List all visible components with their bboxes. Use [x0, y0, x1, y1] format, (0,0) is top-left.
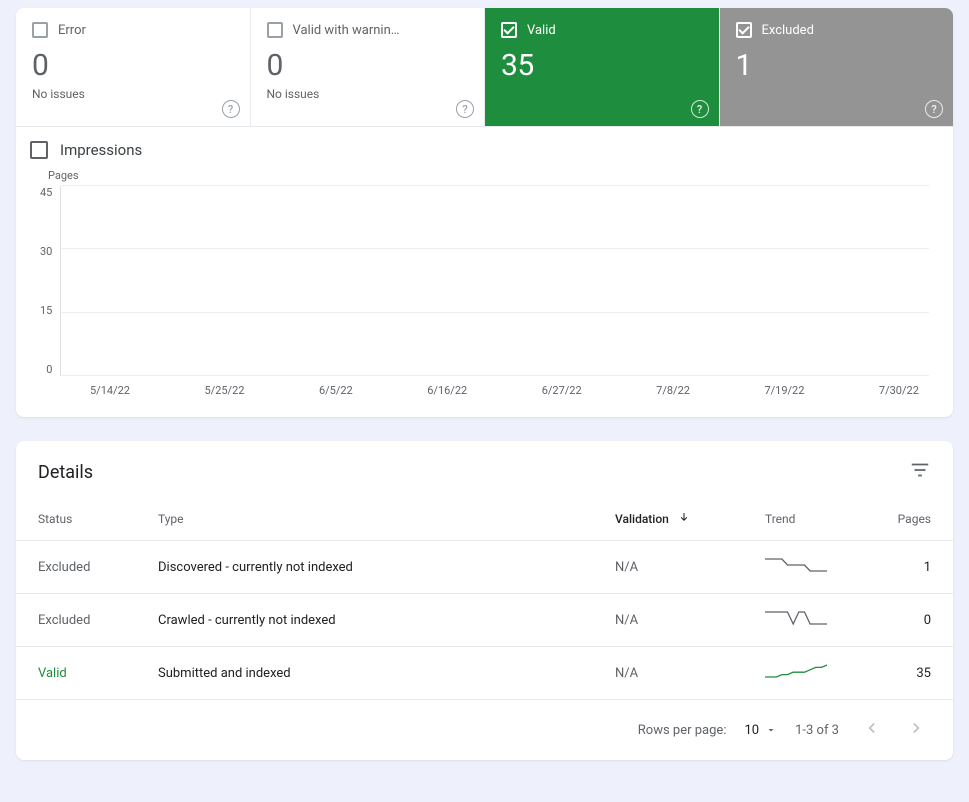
next-page-button[interactable]	[903, 714, 931, 746]
tile-checkbox[interactable]	[32, 22, 48, 38]
help-icon[interactable]: ?	[925, 100, 943, 118]
cell-validation: N/A	[593, 541, 743, 594]
status-tile-valid-with-warnin-[interactable]: Valid with warnin… 0 No issues?	[251, 8, 486, 126]
status-tile-error[interactable]: Error 0 No issues?	[16, 8, 251, 126]
cell-type: Discovered - currently not indexed	[136, 541, 593, 594]
x-axis-labels: 5/14/225/25/226/5/226/16/226/27/227/8/22…	[80, 384, 929, 397]
chart-plot	[60, 186, 929, 376]
cell-pages: 1	[873, 541, 953, 594]
y-axis-labels: 4530150	[40, 186, 60, 376]
cell-trend	[743, 541, 873, 594]
status-tile-valid[interactable]: Valid 35?	[485, 8, 720, 126]
tile-label: Excluded	[762, 23, 814, 38]
y-axis-title: Pages	[48, 169, 929, 182]
cell-status: Excluded	[16, 594, 136, 647]
col-validation[interactable]: Validation	[593, 489, 743, 541]
tile-checkbox[interactable]	[267, 22, 283, 38]
status-tile-excluded[interactable]: Excluded 1?	[720, 8, 954, 126]
cell-trend	[743, 647, 873, 700]
cell-type: Submitted and indexed	[136, 647, 593, 700]
cell-pages: 0	[873, 594, 953, 647]
col-pages[interactable]: Pages	[873, 489, 953, 541]
cell-trend	[743, 594, 873, 647]
tile-checkbox[interactable]	[736, 22, 752, 38]
col-type[interactable]: Type	[136, 489, 593, 541]
cell-pages: 35	[873, 647, 953, 700]
cell-validation: N/A	[593, 594, 743, 647]
tile-count: 1	[736, 48, 938, 83]
tile-label: Error	[58, 23, 86, 38]
pagination-range: 1-3 of 3	[795, 723, 839, 738]
chevron-down-icon	[765, 724, 777, 736]
table-row[interactable]: ExcludedDiscovered - currently not index…	[16, 541, 953, 594]
details-card: Details Status Type Validation Trend Pag…	[16, 441, 953, 760]
prev-page-button[interactable]	[857, 714, 885, 746]
cell-type: Crawled - currently not indexed	[136, 594, 593, 647]
col-status[interactable]: Status	[16, 489, 136, 541]
table-row[interactable]: ExcludedCrawled - currently not indexedN…	[16, 594, 953, 647]
tile-count: 0	[32, 48, 234, 83]
tile-label: Valid with warnin…	[293, 23, 400, 38]
table-row[interactable]: ValidSubmitted and indexedN/A 35	[16, 647, 953, 700]
help-icon[interactable]: ?	[456, 100, 474, 118]
details-tbody: ExcludedDiscovered - currently not index…	[16, 541, 953, 700]
chart-bars	[61, 186, 929, 376]
cell-status: Excluded	[16, 541, 136, 594]
cell-status: Valid	[16, 647, 136, 700]
help-icon[interactable]: ?	[691, 100, 709, 118]
impressions-toggle-row[interactable]: Impressions	[16, 127, 953, 169]
cell-validation: N/A	[593, 647, 743, 700]
pagination: Rows per page: 10 1-3 of 3	[16, 700, 953, 760]
summary-card: Error 0 No issues? Valid with warnin… 0 No is…	[16, 8, 953, 417]
details-table: Status Type Validation Trend Pages Exclu…	[16, 489, 953, 700]
tile-checkbox[interactable]	[501, 22, 517, 38]
sort-desc-icon	[678, 511, 690, 526]
impressions-label: Impressions	[60, 141, 142, 159]
details-title: Details	[38, 462, 93, 483]
rows-per-page-label: Rows per page:	[638, 723, 727, 738]
tile-label: Valid	[527, 23, 556, 38]
status-tiles: Error 0 No issues? Valid with warnin… 0 No is…	[16, 8, 953, 127]
help-icon[interactable]: ?	[222, 100, 240, 118]
tile-subtext: No issues	[32, 87, 234, 101]
tile-count: 0	[267, 48, 469, 83]
rows-per-page-select[interactable]: 10	[744, 723, 777, 738]
filter-icon[interactable]	[909, 459, 931, 485]
impressions-checkbox[interactable]	[30, 141, 48, 159]
tile-subtext: No issues	[267, 87, 469, 101]
pages-chart: Pages 4530150 5/14/225/25/226/5/226/16/2…	[16, 169, 953, 417]
col-trend[interactable]: Trend	[743, 489, 873, 541]
tile-count: 35	[501, 48, 703, 83]
